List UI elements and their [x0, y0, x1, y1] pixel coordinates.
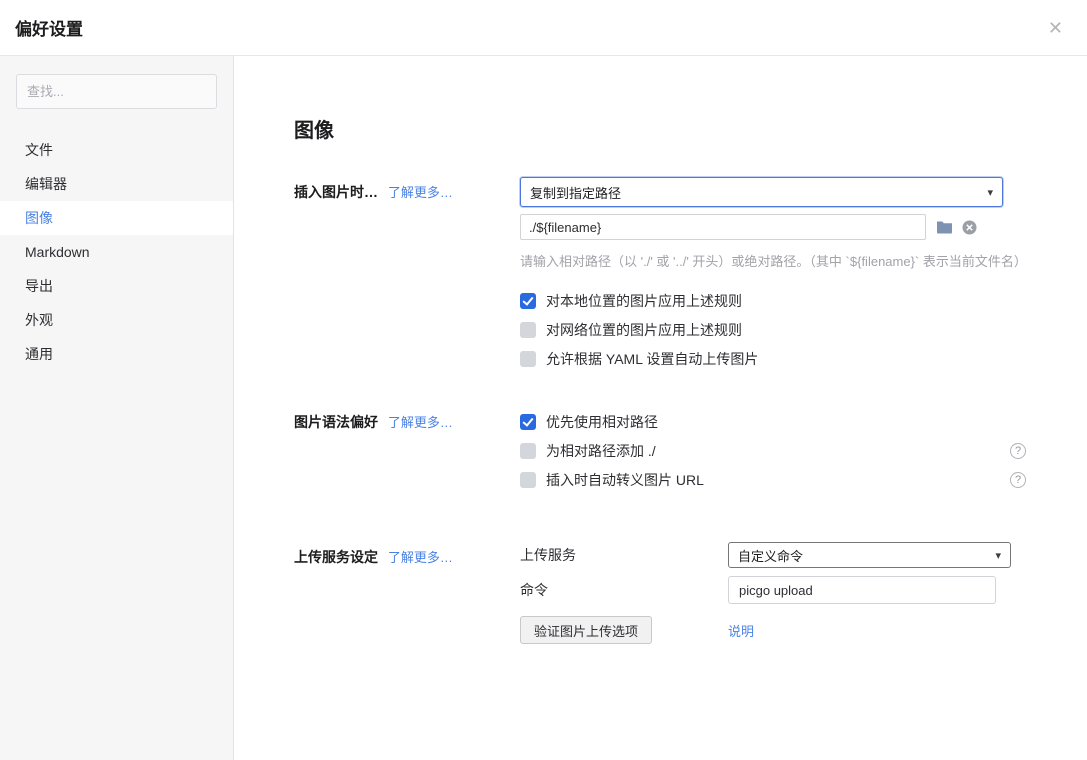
checkbox-yaml-upload[interactable]: [520, 351, 536, 367]
chevron-down-icon: ▾: [987, 186, 993, 199]
sidebar-item-general[interactable]: 通用: [0, 337, 233, 371]
window-title: 偏好设置: [15, 15, 83, 40]
checkbox-row: 对本地位置的图片应用上述规则: [520, 286, 1040, 315]
insert-action-select[interactable]: 复制到指定路径 ▾: [520, 177, 1003, 207]
path-hint-text: 请输入相对路径（以 './' 或 '../' 开头）或绝对路径。（其中 `${f…: [520, 251, 1040, 270]
checkbox-row: 优先使用相对路径: [520, 407, 1040, 436]
checkbox-label: 对网络位置的图片应用上述规则: [546, 320, 742, 340]
window-header: 偏好设置 ✕: [0, 0, 1087, 56]
sidebar-item-file[interactable]: 文件: [0, 133, 233, 167]
sidebar-nav: 文件 编辑器 图像 Markdown 导出 外观 通用: [0, 133, 233, 371]
page-title: 图像: [294, 114, 1040, 143]
select-value: 复制到指定路径: [530, 183, 621, 202]
upload-help-link[interactable]: 说明: [728, 621, 754, 640]
upload-service-section: 上传服务设定 了解更多… 上传服务 自定义命令 ▾ 命令: [294, 542, 1040, 652]
help-icon[interactable]: ?: [1010, 472, 1026, 488]
sidebar-item-editor[interactable]: 编辑器: [0, 167, 233, 201]
validate-upload-button[interactable]: 验证图片上传选项: [520, 616, 652, 644]
checkbox-label: 对本地位置的图片应用上述规则: [546, 291, 742, 311]
sidebar-item-image[interactable]: 图像: [0, 201, 233, 235]
clear-input-icon[interactable]: [962, 220, 977, 235]
checkbox-add-dot-slash[interactable]: [520, 443, 536, 459]
checkbox-escape-image-url[interactable]: [520, 472, 536, 488]
checkbox-row: 允许根据 YAML 设置自动上传图片: [520, 344, 1040, 373]
search-input[interactable]: [16, 74, 217, 109]
learn-more-link[interactable]: 了解更多…: [388, 185, 453, 200]
section-label: 插入图片时…: [294, 184, 378, 200]
checkbox-apply-web[interactable]: [520, 322, 536, 338]
checkbox-row: 插入时自动转义图片 URL ?: [520, 465, 1040, 494]
checkbox-label: 优先使用相对路径: [546, 412, 658, 432]
checkbox-label: 插入时自动转义图片 URL: [546, 470, 704, 490]
command-label: 命令: [520, 580, 728, 600]
checkbox-row: 为相对路径添加 ./ ?: [520, 436, 1040, 465]
image-settings-panel: 图像 插入图片时… 了解更多… 复制到指定路径 ▾: [234, 56, 1087, 760]
section-label: 图片语法偏好: [294, 414, 378, 430]
checkbox-label: 允许根据 YAML 设置自动上传图片: [546, 349, 758, 369]
checkbox-prefer-relative-path[interactable]: [520, 414, 536, 430]
insert-image-section: 插入图片时… 了解更多… 复制到指定路径 ▾: [294, 177, 1040, 373]
close-icon[interactable]: ✕: [1048, 19, 1063, 37]
sidebar-item-export[interactable]: 导出: [0, 269, 233, 303]
copy-path-input[interactable]: [520, 214, 926, 240]
learn-more-link[interactable]: 了解更多…: [388, 550, 453, 565]
image-syntax-section: 图片语法偏好 了解更多… 优先使用相对路径 为相对路径添加 ./ ?: [294, 407, 1040, 494]
preferences-window: 偏好设置 ✕ 文件 编辑器 图像 Markdown 导出 外观 通用 图像 插入…: [0, 0, 1087, 760]
upload-service-label: 上传服务: [520, 545, 728, 565]
checkbox-label: 为相对路径添加 ./: [546, 441, 656, 461]
sidebar-item-appearance[interactable]: 外观: [0, 303, 233, 337]
section-label: 上传服务设定: [294, 549, 378, 565]
help-icon[interactable]: ?: [1010, 443, 1026, 459]
upload-service-select[interactable]: 自定义命令 ▾: [728, 542, 1011, 568]
chevron-down-icon: ▾: [995, 549, 1001, 562]
select-value: 自定义命令: [738, 546, 803, 565]
sidebar: 文件 编辑器 图像 Markdown 导出 外观 通用: [0, 56, 234, 760]
sidebar-item-markdown[interactable]: Markdown: [0, 235, 233, 269]
learn-more-link[interactable]: 了解更多…: [388, 415, 453, 430]
folder-icon[interactable]: [936, 220, 953, 234]
command-input[interactable]: [728, 576, 996, 604]
checkbox-apply-local[interactable]: [520, 293, 536, 309]
checkbox-row: 对网络位置的图片应用上述规则: [520, 315, 1040, 344]
